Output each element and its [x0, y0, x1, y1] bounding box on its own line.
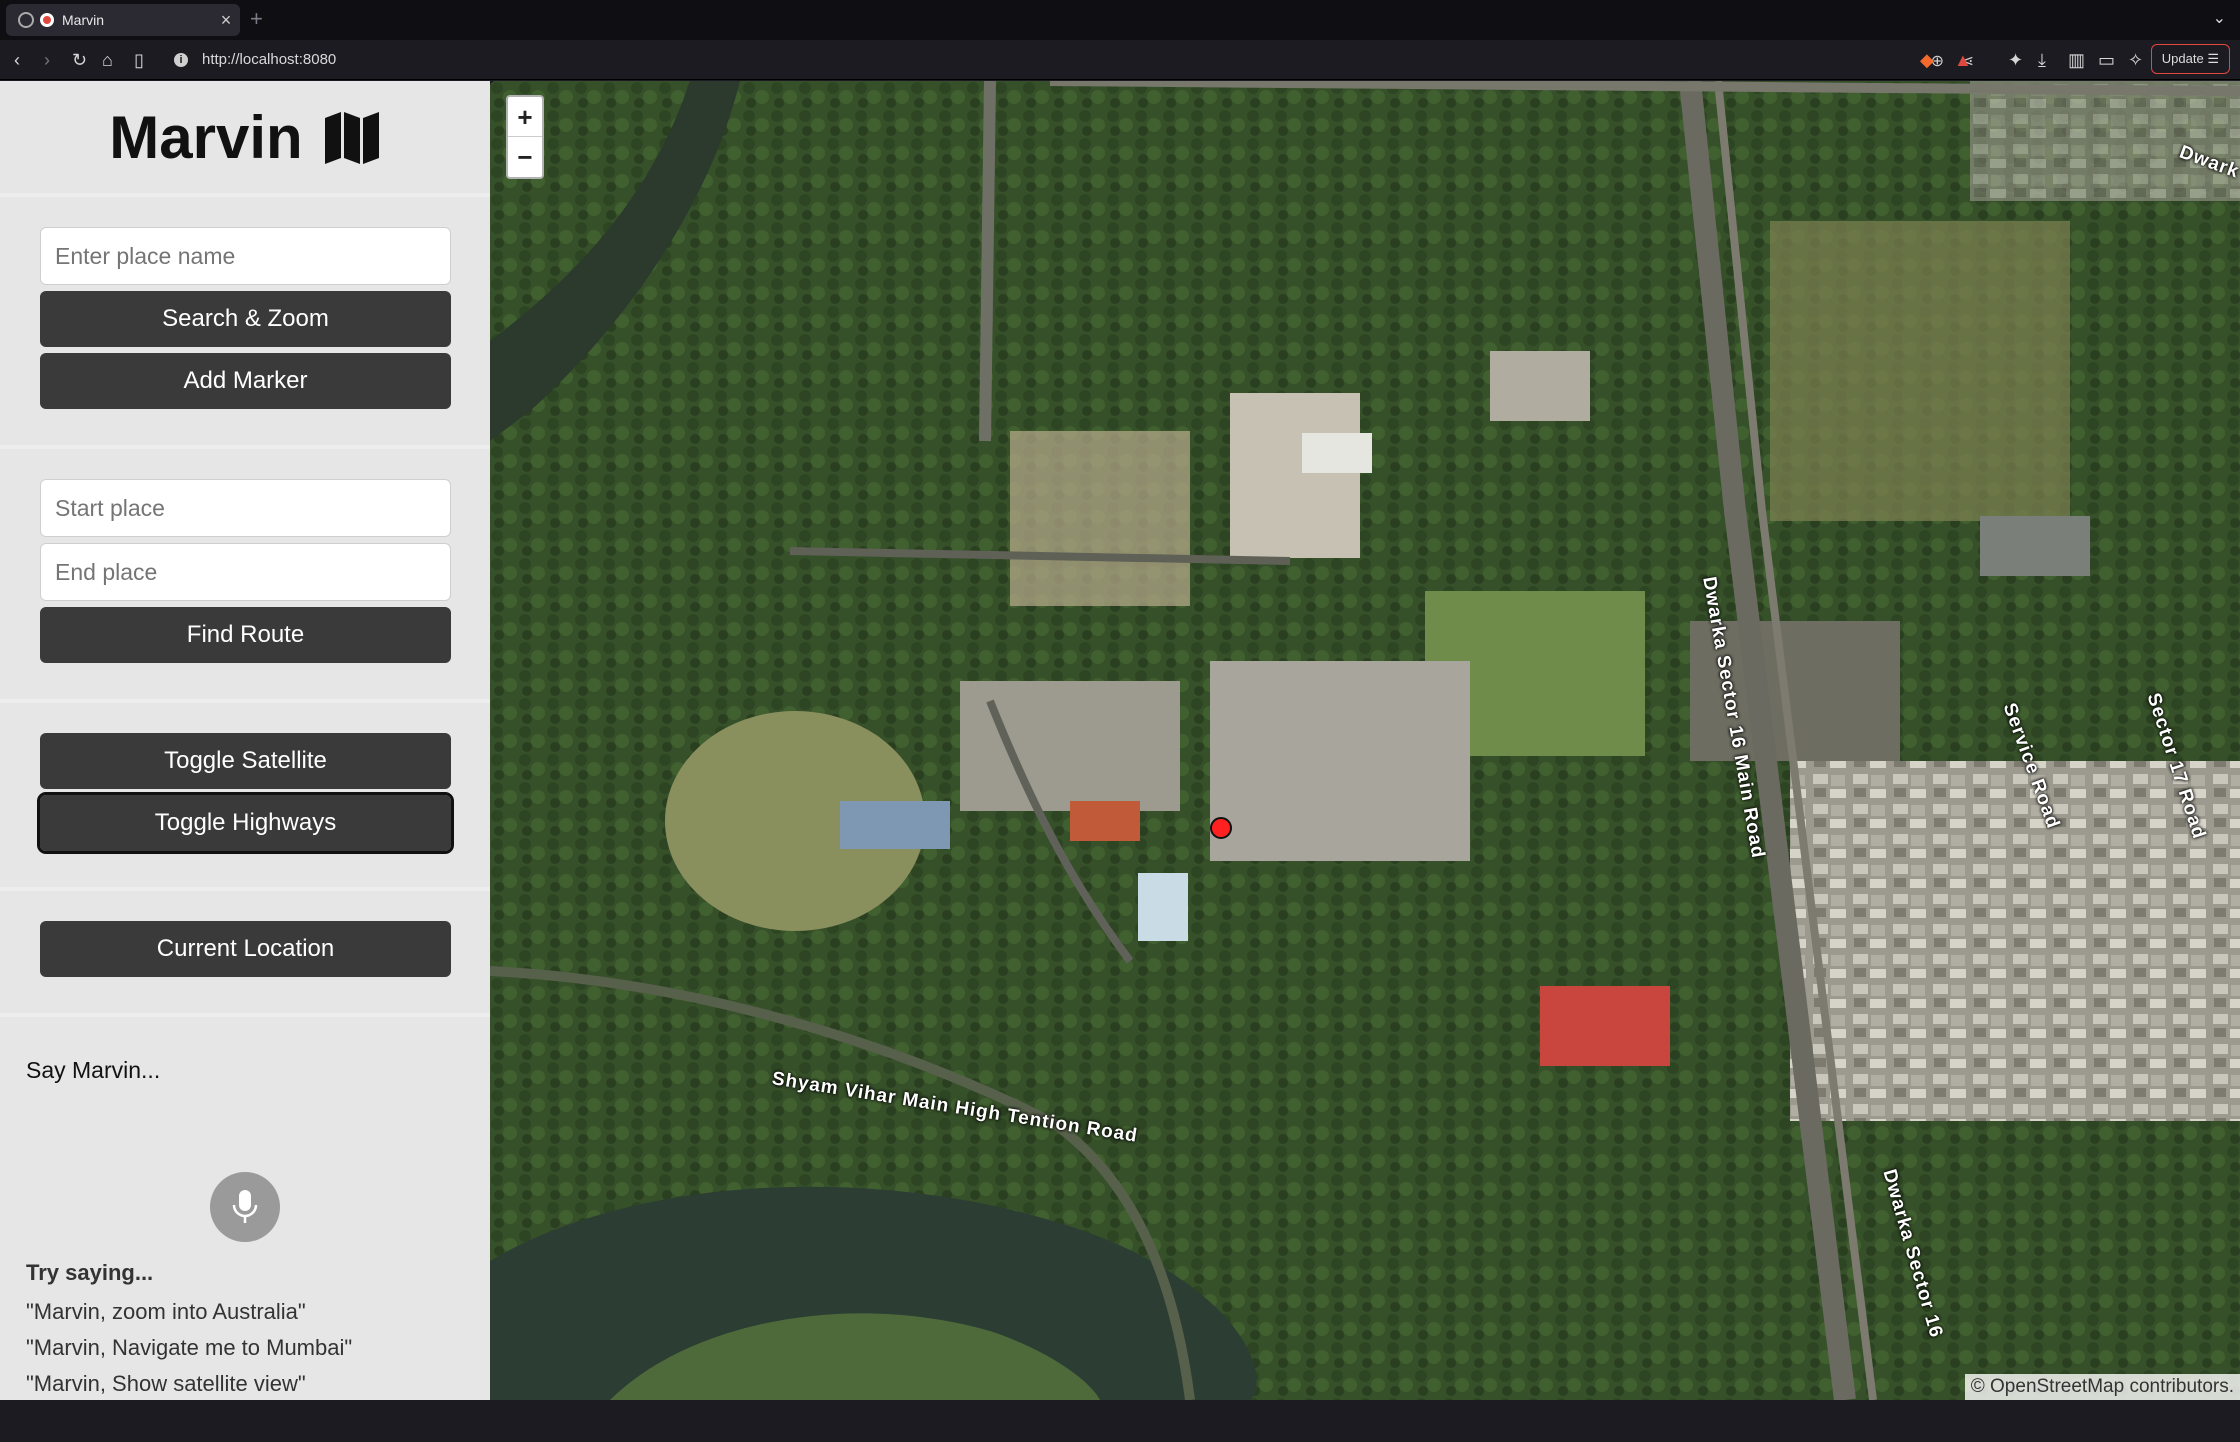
back-icon[interactable]: ‹	[14, 49, 20, 71]
extensions-icon[interactable]: ✦	[2008, 49, 2023, 71]
microphone-icon	[232, 1190, 258, 1223]
new-tab-icon[interactable]: +	[250, 6, 263, 32]
sidebar: Marvin Search & Zoom Add Marker Find Rou…	[0, 81, 490, 1400]
layers-section: Toggle Satellite Toggle Highways	[0, 703, 490, 891]
place-name-input[interactable]	[40, 227, 451, 285]
brand-title: Marvin	[109, 103, 303, 171]
site-info-icon[interactable]: i	[174, 53, 188, 67]
download-icon[interactable]: ⤓	[2038, 49, 2046, 71]
voice-section: Say Marvin... Try saying... "Marvin, zoo…	[0, 1017, 490, 1442]
reload-icon[interactable]: ↻	[72, 49, 87, 71]
location-section: Current Location	[0, 891, 490, 1017]
add-marker-button[interactable]: Add Marker	[40, 353, 451, 409]
find-route-button[interactable]: Find Route	[40, 607, 451, 663]
microphone-button[interactable]	[210, 1172, 280, 1242]
browser-tab[interactable]: Marvin ×	[6, 4, 240, 36]
forward-icon[interactable]: ›	[44, 49, 50, 71]
map-icon	[324, 112, 379, 164]
globe-icon	[18, 12, 34, 28]
satellite-imagery	[490, 81, 2240, 1400]
toggle-highways-button[interactable]: Toggle Highways	[37, 792, 454, 854]
voice-example: "Marvin, Show satellite view"	[26, 1371, 306, 1396]
zoom-control: + −	[506, 95, 544, 179]
leo-icon[interactable]: ✧	[2128, 49, 2143, 71]
record-icon	[40, 13, 54, 27]
map-view[interactable]: Shyam Vihar Main High Tention Road Dwark…	[490, 81, 2240, 1400]
toggle-satellite-button[interactable]: Toggle Satellite	[40, 733, 451, 789]
close-tab-icon[interactable]: ×	[212, 10, 240, 31]
brand-header: Marvin	[0, 81, 490, 197]
url-text: http://localhost:8080	[202, 51, 337, 68]
location-marker[interactable]	[1210, 817, 1232, 839]
try-saying-title: Try saying...	[26, 1260, 154, 1285]
route-section: Find Route	[0, 449, 490, 703]
map-attribution: © OpenStreetMap contributors.	[1964, 1374, 2240, 1400]
sidebar-icon[interactable]: ▥	[2068, 49, 2085, 71]
app: Marvin Search & Zoom Add Marker Find Rou…	[0, 81, 2240, 1400]
tab-list-icon[interactable]: ⌄	[2213, 8, 2226, 28]
voice-example: "Marvin, Navigate me to Mumbai"	[26, 1335, 353, 1360]
brave-shield-icon[interactable]: ◆	[1920, 49, 1934, 71]
voice-example: "Marvin, zoom into Australia"	[26, 1299, 306, 1324]
browser-tabbar: Marvin × + ⌄	[0, 0, 2240, 40]
start-place-input[interactable]	[40, 479, 451, 537]
address-bar[interactable]: i http://localhost:8080 ⊕ ⋖	[162, 44, 1992, 76]
voice-prompt: Say Marvin...	[26, 1057, 161, 1083]
bookmark-icon[interactable]: ▯	[134, 49, 144, 71]
home-icon[interactable]: ⌂	[102, 49, 113, 71]
rewards-icon[interactable]: ▲	[1954, 49, 1972, 71]
search-zoom-button[interactable]: Search & Zoom	[40, 291, 451, 347]
wallet-icon[interactable]: ▭	[2098, 49, 2115, 71]
current-location-button[interactable]: Current Location	[40, 921, 451, 977]
browser-toolbar: ‹ › ↻ ⌂ ▯ i http://localhost:8080 ⊕ ⋖ ◆ …	[0, 40, 2240, 80]
tab-title: Marvin	[62, 12, 105, 28]
zoom-out-button[interactable]: −	[508, 137, 542, 177]
end-place-input[interactable]	[40, 543, 451, 601]
update-button[interactable]: Update ☰	[2150, 44, 2230, 74]
zoom-in-button[interactable]: +	[508, 97, 542, 137]
search-section: Search & Zoom Add Marker	[0, 197, 490, 449]
